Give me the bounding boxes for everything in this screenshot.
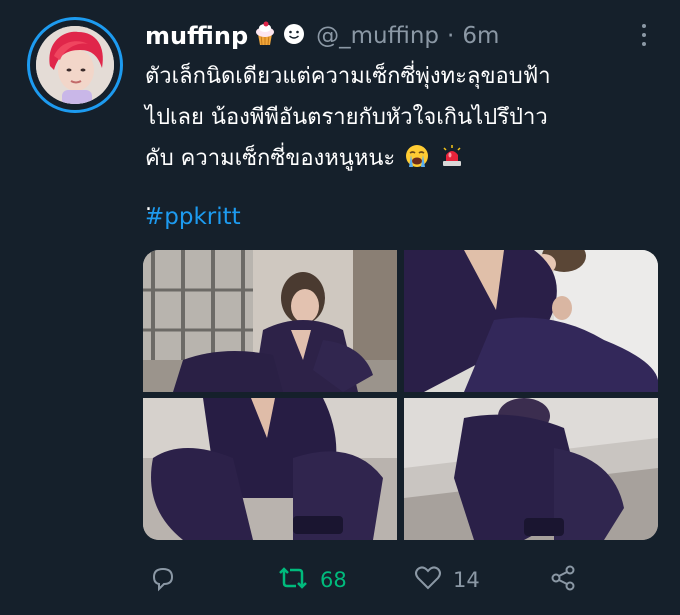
user-handle[interactable]: @_muffinp <box>316 23 439 49</box>
like-count: 14 <box>453 568 480 592</box>
like-button[interactable]: 14 <box>413 563 480 597</box>
display-name[interactable]: muffinp <box>145 22 248 50</box>
tweet-header: muffinp @_muffinp · 6m <box>145 18 655 54</box>
heart-icon <box>413 563 443 597</box>
media-photo-1[interactable] <box>143 250 397 392</box>
action-bar: 68 14 <box>0 555 680 605</box>
media-photo-3[interactable] <box>143 398 397 540</box>
police-light-emoji <box>439 142 465 183</box>
tweet-text: ตัวเล็กนิดเดียวแต่ความเซ็กซี่พุ่งทะลุขอบ… <box>145 56 660 224</box>
media-photo-4[interactable] <box>404 398 658 540</box>
share-icon <box>548 563 578 597</box>
reply-icon <box>148 563 178 597</box>
avatar-photo <box>36 26 114 104</box>
media-grid <box>143 250 658 540</box>
tweet-time[interactable]: 6m <box>462 23 499 49</box>
crying-face-emoji <box>404 142 430 183</box>
tweet-text-line: ตัวเล็กนิดเดียวแต่ความเซ็กซี่พุ่งทะลุขอบ… <box>145 64 551 89</box>
media-photo-2[interactable] <box>404 250 658 392</box>
smile-emoji <box>282 22 306 50</box>
retweet-icon <box>276 563 310 597</box>
avatar[interactable] <box>36 26 114 104</box>
retweet-count: 68 <box>320 568 347 592</box>
separator-dot: · <box>447 23 455 49</box>
share-button[interactable] <box>548 563 588 597</box>
tweet-text-line: ไปเลย น้องพีพีอันตรายกับหัวใจเกินไปรึป่า… <box>145 105 548 130</box>
avatar-ring[interactable] <box>27 17 123 113</box>
cupcake-emoji <box>252 21 278 51</box>
reply-button[interactable] <box>148 563 188 597</box>
more-options-icon[interactable] <box>634 22 654 48</box>
hashtag-link[interactable]: #ppkritt <box>145 204 241 230</box>
retweet-button[interactable]: 68 <box>276 563 347 597</box>
tweet-text-line-3: คับ ความเซ็กซี่ของหนูหนะ <box>145 138 660 183</box>
tweet-text-line: คับ ความเซ็กซี่ของหนูหนะ <box>145 146 396 171</box>
